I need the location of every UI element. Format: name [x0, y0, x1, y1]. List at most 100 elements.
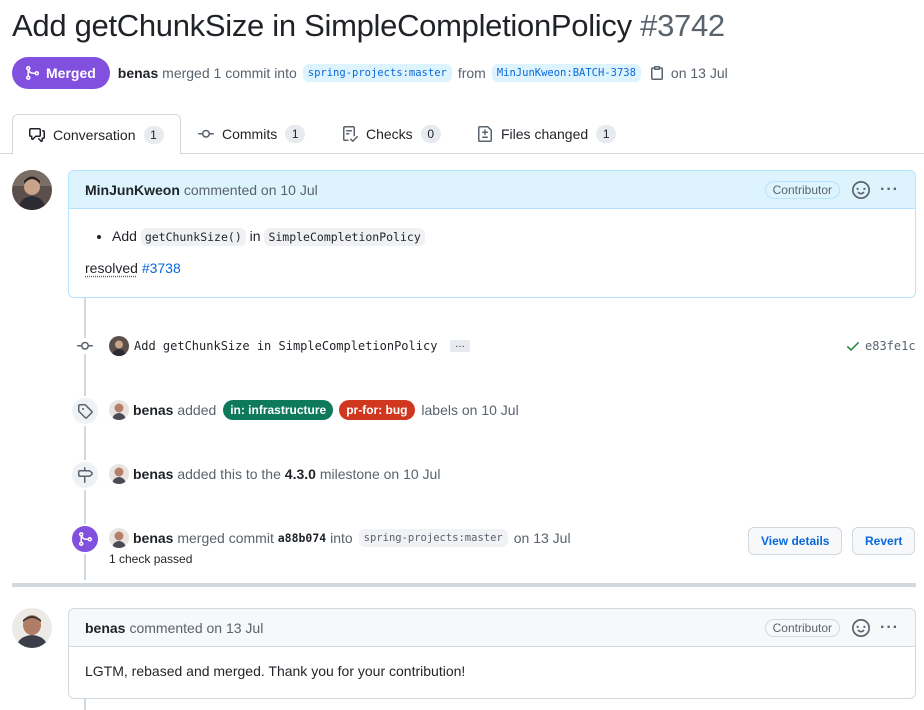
- bullet-text: Add: [112, 228, 137, 244]
- comment-author[interactable]: benas: [85, 620, 125, 636]
- user-avatar-icon: [109, 400, 129, 420]
- tab-counter: 0: [420, 125, 441, 143]
- event-badge: [70, 460, 100, 490]
- event-suffix: milestone on 10 Jul: [319, 466, 441, 482]
- commit-row: Add getChunkSize in SimpleCompletionPoli…: [0, 336, 924, 356]
- smiley-icon[interactable]: [852, 618, 871, 637]
- comment-box: benas commented on 13 Jul Contributor ··…: [68, 608, 916, 699]
- merge-commit-sha[interactable]: a88b074: [278, 531, 326, 545]
- milestone-link[interactable]: 4.3.0: [285, 466, 316, 482]
- milestone-event: benas added this to the 4.3.0 milestone …: [0, 460, 924, 490]
- pr-meta: Merged benas merged 1 commit into spring…: [12, 57, 728, 89]
- tab-files-changed[interactable]: Files changed 1: [477, 114, 617, 154]
- checklist-icon: [343, 126, 358, 142]
- avatar[interactable]: [12, 608, 52, 648]
- check-icon[interactable]: [845, 338, 861, 354]
- comment-header: MinJunKweon commented on 10 Jul Contribu…: [69, 171, 915, 209]
- timeline-line: [84, 698, 86, 710]
- comment-text: LGTM, rebased and merged. Thank you for …: [85, 663, 466, 679]
- user-avatar-icon: [109, 464, 129, 484]
- event-action: added this to the: [177, 466, 281, 482]
- merge-date: on 13 Jul: [513, 530, 571, 546]
- tab-counter: 1: [285, 125, 306, 143]
- user-avatar-icon: [109, 336, 129, 356]
- labels-event-text: benas added in: infrastructure pr-for: b…: [109, 400, 519, 420]
- git-commit-icon: [77, 338, 93, 354]
- merged-text: merged 1 commit into: [162, 65, 297, 81]
- copy-icon[interactable]: [649, 65, 665, 81]
- contributor-badge: Contributor: [764, 180, 841, 199]
- merge-date: on 13 Jul: [670, 65, 728, 81]
- kebab-horizontal-icon[interactable]: ···: [880, 181, 899, 199]
- comment-body: Add getChunkSize() in SimpleCompletionPo…: [69, 209, 915, 290]
- pr-number: #3742: [640, 8, 725, 43]
- tag-icon: [78, 404, 93, 419]
- view-details-button[interactable]: View details: [748, 527, 843, 555]
- expand-commit-button[interactable]: …: [450, 340, 470, 352]
- actor-link[interactable]: benas: [133, 466, 173, 482]
- event-action: merged commit: [177, 530, 274, 546]
- resolved-keyword[interactable]: resolved: [85, 260, 138, 276]
- tab-conversation[interactable]: Conversation 1: [12, 114, 181, 155]
- comment-body: LGTM, rebased and merged. Thank you for …: [69, 647, 915, 693]
- contributor-badge: Contributor: [764, 618, 841, 637]
- inline-code: SimpleCompletionPolicy: [264, 228, 425, 246]
- user-avatar-icon: [12, 170, 52, 210]
- timeline-divider: [12, 583, 916, 587]
- actor-link[interactable]: benas: [133, 402, 173, 418]
- avatar[interactable]: [109, 400, 129, 420]
- smiley-icon[interactable]: [852, 180, 871, 199]
- actor-link[interactable]: benas: [133, 530, 173, 546]
- event-badge: [70, 396, 100, 426]
- kebab-horizontal-icon[interactable]: ···: [880, 619, 899, 637]
- comment-action[interactable]: commented on 10 Jul: [184, 182, 318, 198]
- event-badge: [70, 524, 100, 554]
- pr-title-text: Add getChunkSize in SimpleCompletionPoli…: [12, 8, 632, 43]
- event-action: added: [177, 402, 217, 418]
- commit-sha[interactable]: e83fe1c: [865, 339, 916, 353]
- checks-status[interactable]: 1 check passed: [109, 552, 192, 566]
- head-branch[interactable]: MinJunKweon:BATCH-3738: [491, 64, 641, 82]
- comment-box: MinJunKweon commented on 10 Jul Contribu…: [68, 170, 916, 298]
- commit-message[interactable]: Add getChunkSize in SimpleCompletionPoli…: [134, 339, 437, 353]
- state-badge: Merged: [12, 57, 110, 89]
- tab-label: Conversation: [53, 126, 136, 143]
- user-avatar-icon: [109, 528, 129, 548]
- git-merge-icon: [26, 66, 40, 80]
- revert-button[interactable]: Revert: [852, 527, 916, 555]
- comment-discussion-icon: [29, 127, 45, 142]
- list-item: Add getChunkSize() in SimpleCompletionPo…: [112, 225, 899, 248]
- inline-code: getChunkSize(): [140, 228, 246, 246]
- pr-title: Add getChunkSize in SimpleCompletionPoli…: [12, 8, 725, 44]
- comment-action[interactable]: commented on 13 Jul: [129, 620, 263, 636]
- tab-label: Checks: [366, 126, 413, 142]
- git-merge-icon: [79, 532, 93, 546]
- avatar[interactable]: [109, 336, 129, 356]
- merger-link[interactable]: benas: [118, 65, 158, 81]
- target-branch[interactable]: spring-projects:master: [358, 529, 508, 547]
- label-in-infrastructure[interactable]: in: infrastructure: [223, 400, 334, 420]
- comment-list: Add getChunkSize() in SimpleCompletionPo…: [85, 225, 899, 248]
- avatar[interactable]: [109, 528, 129, 548]
- tab-checks[interactable]: Checks 0: [342, 114, 441, 154]
- tab-label: Commits: [222, 126, 278, 142]
- avatar[interactable]: [12, 170, 52, 210]
- tab-label: Files changed: [501, 126, 589, 142]
- labels-event: benas added in: infrastructure pr-for: b…: [0, 396, 924, 426]
- tab-counter: 1: [596, 125, 617, 143]
- tab-commits[interactable]: Commits 1: [198, 114, 306, 154]
- merge-event: benas merged commit a88b074 into spring-…: [0, 524, 924, 572]
- issue-link[interactable]: #3738: [142, 260, 181, 276]
- file-diff-icon: [478, 126, 492, 142]
- milestone-event-text: benas added this to the 4.3.0 milestone …: [109, 464, 440, 484]
- event-suffix: labels on 10 Jul: [421, 402, 519, 418]
- into-text: into: [330, 530, 353, 546]
- label-pr-for-bug[interactable]: pr-for: bug: [339, 400, 415, 420]
- base-branch[interactable]: spring-projects:master: [302, 64, 452, 82]
- user-avatar-icon: [12, 608, 52, 648]
- comment-author[interactable]: MinJunKweon: [85, 182, 180, 198]
- comment-header: benas commented on 13 Jul Contributor ··…: [69, 609, 915, 647]
- bullet-text: in: [249, 228, 261, 244]
- git-commit-icon: [198, 129, 214, 138]
- avatar[interactable]: [109, 464, 129, 484]
